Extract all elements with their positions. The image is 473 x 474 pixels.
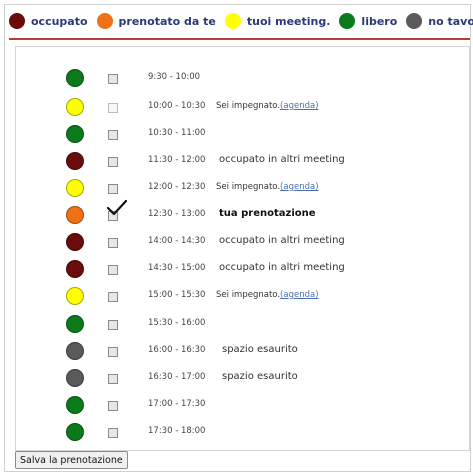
slot-time: 12:00 - 12:30 <box>148 182 206 192</box>
slot-row: 14:00 - 14:30 occupato in altri meeting <box>16 232 471 254</box>
slot-row: 10:30 - 11:00 <box>16 124 471 146</box>
libero-dot-icon <box>66 69 84 87</box>
slot-time: 17:30 - 18:00 <box>148 426 206 436</box>
legend-item-libero: libero <box>339 13 397 29</box>
slot-checkbox[interactable] <box>108 428 118 438</box>
agenda-link[interactable]: (agenda) <box>280 290 318 300</box>
slot-status: spazio esaurito <box>222 371 298 382</box>
slot-row: 12:00 - 12:30 Sei impegnato.(agenda) <box>16 178 471 200</box>
slot-checkbox[interactable] <box>108 265 118 275</box>
slot-row: 15:00 - 15:30 Sei impegnato.(agenda) <box>16 286 471 308</box>
slot-status: occupato in altri meeting <box>219 154 345 165</box>
status-text: Sei impegnato. <box>216 101 281 111</box>
slot-row: 16:00 - 16:30 spazio esaurito <box>16 341 471 363</box>
legend-label: no tavoli <box>428 14 473 28</box>
slot-checkbox[interactable] <box>108 157 118 167</box>
legend-label: libero <box>361 14 398 28</box>
save-booking-button[interactable]: Salva la prenotazione <box>15 451 128 469</box>
slot-row: 15:30 - 16:00 <box>16 314 471 336</box>
slot-checkbox[interactable] <box>108 374 118 384</box>
slot-list: 9:30 - 10:00 10:00 - 10:30 Sei impegnato… <box>15 46 470 451</box>
slot-time: 16:30 - 17:00 <box>148 372 206 382</box>
legend-divider <box>9 38 470 40</box>
legend-label: tuoi meeting. <box>246 14 331 28</box>
slot-time: 10:30 - 11:00 <box>148 128 206 138</box>
occupato-dot-icon <box>66 152 84 170</box>
slot-row: 16:30 - 17:00 spazio esaurito <box>16 368 471 390</box>
slot-checkbox[interactable] <box>108 292 118 302</box>
slot-row: 9:30 - 10:00 <box>16 68 471 90</box>
slot-checkbox[interactable] <box>108 401 118 411</box>
slot-checkbox[interactable] <box>108 103 118 113</box>
slot-status: tua prenotazione <box>219 208 316 219</box>
slot-time: 17:00 - 17:30 <box>148 399 206 409</box>
tuoi-meeting-dot-icon <box>66 98 84 116</box>
legend-label: occupato <box>31 14 88 28</box>
agenda-link[interactable]: (agenda) <box>280 182 318 192</box>
slot-status: Sei impegnato.(agenda) <box>216 182 319 192</box>
slot-checkbox[interactable] <box>108 320 118 330</box>
occupato-dot-icon <box>9 13 25 29</box>
no-tavoli-dot-icon <box>406 13 423 29</box>
prenotato-dot-icon <box>96 13 113 29</box>
slot-time: 14:30 - 15:00 <box>148 263 206 273</box>
slot-time: 14:00 - 14:30 <box>148 236 206 246</box>
legend-label: prenotato da te <box>118 14 216 28</box>
checkmark-icon <box>106 199 128 216</box>
slot-checkbox[interactable] <box>108 184 118 194</box>
no-tavoli-dot-icon <box>66 342 84 360</box>
tuoi-meeting-dot-icon <box>66 287 84 305</box>
legend-item-occupato: occupato <box>9 13 88 29</box>
libero-dot-icon <box>66 396 84 414</box>
slot-status: Sei impegnato.(agenda) <box>216 101 319 111</box>
slot-time: 15:00 - 15:30 <box>148 290 206 300</box>
no-tavoli-dot-icon <box>66 369 84 387</box>
libero-dot-icon <box>66 423 84 441</box>
slot-checkbox[interactable] <box>108 347 118 357</box>
slot-row: 17:30 - 18:00 <box>16 422 471 444</box>
status-text: Sei impegnato. <box>216 182 281 192</box>
slot-time: 15:30 - 16:00 <box>148 318 206 328</box>
slot-status: occupato in altri meeting <box>219 262 345 273</box>
occupato-dot-icon <box>66 260 84 278</box>
slot-time: 10:00 - 10:30 <box>148 101 206 111</box>
libero-dot-icon <box>66 315 84 333</box>
slot-status: occupato in altri meeting <box>219 235 345 246</box>
slot-status: Sei impegnato.(agenda) <box>216 290 319 300</box>
slot-time: 11:30 - 12:00 <box>148 155 206 165</box>
slot-row: 17:00 - 17:30 <box>16 395 471 417</box>
slot-checkbox[interactable] <box>108 130 118 140</box>
status-text: Sei impegnato. <box>216 290 281 300</box>
slot-checkbox[interactable] <box>108 74 118 84</box>
slot-time: 9:30 - 10:00 <box>148 72 201 82</box>
slot-row: 12:30 - 13:00 tua prenotazione <box>16 199 471 227</box>
occupato-dot-icon <box>66 233 84 251</box>
prenotato-dot-icon <box>66 206 84 224</box>
libero-dot-icon <box>339 13 356 29</box>
agenda-link[interactable]: (agenda) <box>280 101 318 111</box>
slot-row: 11:30 - 12:00 occupato in altri meeting <box>16 151 471 173</box>
slot-time: 12:30 - 13:00 <box>148 209 206 219</box>
legend-item-prenotato: prenotato da te <box>96 13 216 29</box>
slot-status: spazio esaurito <box>222 344 298 355</box>
libero-dot-icon <box>66 125 84 143</box>
tuoi-meeting-dot-icon <box>224 13 241 29</box>
legend-item-no-tavoli: no tavoli <box>406 13 473 29</box>
legend: occupato prenotato da te tuoi meeting. l… <box>9 8 473 34</box>
slot-checkbox[interactable] <box>108 238 118 248</box>
slot-time: 16:00 - 16:30 <box>148 345 206 355</box>
slot-row: 14:30 - 15:00 occupato in altri meeting <box>16 259 471 281</box>
slot-row: 10:00 - 10:30 Sei impegnato.(agenda) <box>16 97 471 119</box>
legend-item-tuoi: tuoi meeting. <box>224 13 331 29</box>
tuoi-meeting-dot-icon <box>66 179 84 197</box>
